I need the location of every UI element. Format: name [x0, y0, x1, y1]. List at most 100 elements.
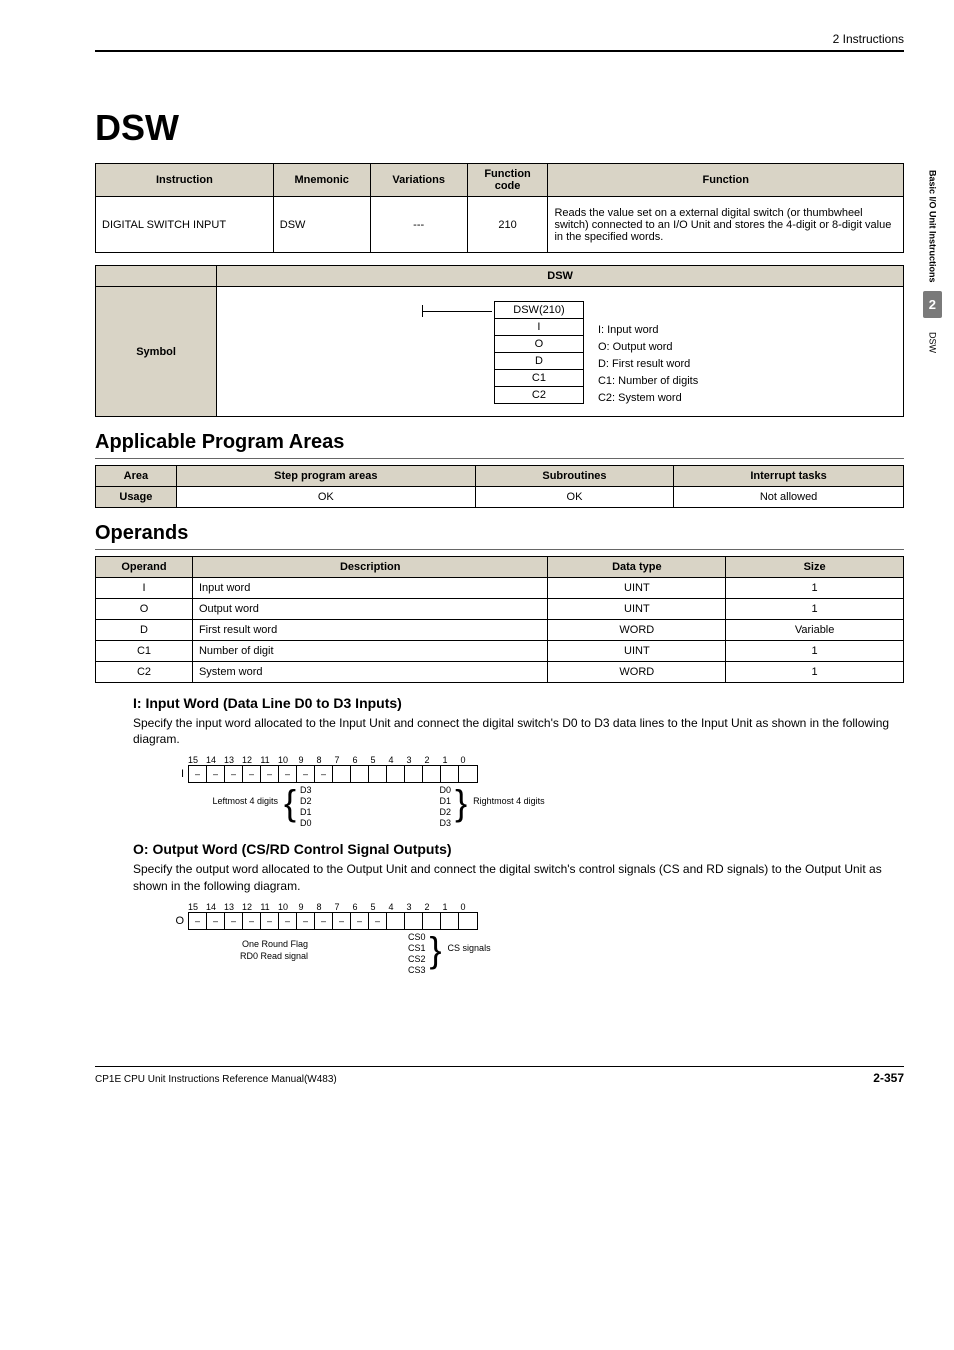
input-word-heading: I: Input Word (Data Line D0 to D3 Inputs…: [133, 695, 904, 711]
bit-cell: –: [315, 766, 333, 782]
op-cell: I: [96, 578, 193, 599]
size-cell: Variable: [726, 620, 904, 641]
bit-header: 1: [436, 755, 454, 765]
line-label: D3: [300, 785, 312, 796]
ladder-label: I: Input word: [598, 321, 698, 338]
areas-table: Area Step program areas Subroutines Inte…: [95, 465, 904, 508]
bit-cell: [423, 766, 441, 782]
section-rule: [95, 549, 904, 550]
areas-cell: Not allowed: [674, 487, 904, 508]
desc-cell: Number of digit: [192, 641, 548, 662]
col-function-code: Function code: [467, 164, 548, 197]
op-cell: D: [96, 620, 193, 641]
input-word-diagram: 1514131211109876543210 I –––––––– Leftmo…: [170, 755, 904, 829]
desc-cell: System word: [192, 662, 548, 683]
ladder-row: D: [495, 353, 583, 370]
line-label: D2: [440, 807, 452, 818]
bit-header: 15: [184, 755, 202, 765]
bit-cell: –: [225, 766, 243, 782]
ladder-labels: I: Input word O: Output word D: First re…: [598, 301, 698, 406]
areas-cell: OK: [176, 487, 475, 508]
bit-cell: –: [279, 913, 297, 929]
bit-header: 5: [364, 902, 382, 912]
bit-header: 2: [418, 755, 436, 765]
bit-cell: [459, 766, 477, 782]
ladder-label: C1: Number of digits: [598, 372, 698, 389]
areas-cell: OK: [475, 487, 673, 508]
right-group-label: CS signals: [442, 932, 491, 954]
operand-row: C1Number of digitUINT1: [96, 641, 904, 662]
type-cell: UINT: [548, 641, 726, 662]
brace-icon: }: [455, 785, 467, 821]
side-tabs: Basic I/O Unit Instructions 2 DSW: [923, 170, 942, 353]
bit-cell: –: [315, 913, 333, 929]
bit-cell: [405, 766, 423, 782]
size-cell: 1: [726, 578, 904, 599]
side-group-label: Basic I/O Unit Instructions: [927, 170, 937, 283]
section-areas-title: Applicable Program Areas: [95, 431, 904, 454]
instruction-row: DIGITAL SWITCH INPUT DSW --- 210 Reads t…: [96, 197, 904, 253]
cell-instruction: DIGITAL SWITCH INPUT: [96, 197, 274, 253]
right-group-label: Rightmost 4 digits: [467, 785, 545, 807]
type-cell: WORD: [548, 662, 726, 683]
section-ops-title: Operands: [95, 522, 904, 545]
bit-cell: [387, 913, 405, 929]
ladder-row: C2: [495, 387, 583, 403]
areas-h0: Area: [96, 466, 177, 487]
bit-header: 3: [400, 755, 418, 765]
symbol-row-label: Symbol: [96, 287, 217, 417]
ladder-label: O: Output word: [598, 338, 698, 355]
col-variations: Variations: [370, 164, 467, 197]
ladder-top: DSW(210): [495, 302, 583, 319]
ladder-diagram: DSW(210) I O D C1 C2 I: Input word O: Ou…: [223, 291, 897, 412]
ladder-label: D: First result word: [598, 355, 698, 372]
bit-header: 9: [292, 902, 310, 912]
output-word-body: Specify the output word allocated to the…: [133, 861, 904, 893]
bit-cell: –: [261, 913, 279, 929]
bit-cell: [387, 766, 405, 782]
bit-header: 8: [310, 755, 328, 765]
brace-icon: }: [430, 932, 442, 968]
bit-header: 14: [202, 902, 220, 912]
bit-header: 13: [220, 755, 238, 765]
ops-h0: Operand: [96, 557, 193, 578]
symbol-empty-head: [96, 266, 217, 287]
bit-cell: –: [225, 913, 243, 929]
bit-header: 12: [238, 902, 256, 912]
op-cell: O: [96, 599, 193, 620]
line-label: RD0 Read signal: [184, 950, 308, 962]
areas-h1: Step program areas: [176, 466, 475, 487]
bit-header: 3: [400, 902, 418, 912]
line-label: CS1: [408, 943, 426, 954]
col-function: Function: [548, 164, 904, 197]
line-label: One Round Flag: [184, 938, 308, 950]
instruction-table: Instruction Mnemonic Variations Function…: [95, 163, 904, 253]
desc-cell: Output word: [192, 599, 548, 620]
size-cell: 1: [726, 662, 904, 683]
bit-cell: [459, 913, 477, 929]
symbol-header: DSW: [217, 266, 904, 287]
cell-code: 210: [467, 197, 548, 253]
bit-header: 0: [454, 902, 472, 912]
bit-header: 7: [328, 755, 346, 765]
bit-header: 14: [202, 755, 220, 765]
bit-header: 6: [346, 902, 364, 912]
diagram-letter: O: [170, 915, 184, 927]
page-header: 2 Instructions: [95, 32, 904, 46]
output-word-heading: O: Output Word (CS/RD Control Signal Out…: [133, 841, 904, 857]
line-label: D0: [300, 818, 312, 829]
bit-header: 10: [274, 902, 292, 912]
bit-cell: [351, 766, 369, 782]
areas-usage-label: Usage: [96, 487, 177, 508]
bit-header: 13: [220, 902, 238, 912]
header-rule: [95, 50, 904, 52]
symbol-cell: DSW(210) I O D C1 C2 I: Input word O: Ou…: [217, 287, 904, 417]
bit-cell: –: [189, 766, 207, 782]
operand-row: IInput wordUINT1: [96, 578, 904, 599]
line-label: CS0: [408, 932, 426, 943]
footer-manual: CP1E CPU Unit Instructions Reference Man…: [95, 1074, 337, 1085]
areas-h2: Subroutines: [475, 466, 673, 487]
bit-header: 11: [256, 902, 274, 912]
ladder-block: DSW(210) I O D C1 C2: [494, 301, 584, 404]
bit-cell: [423, 913, 441, 929]
